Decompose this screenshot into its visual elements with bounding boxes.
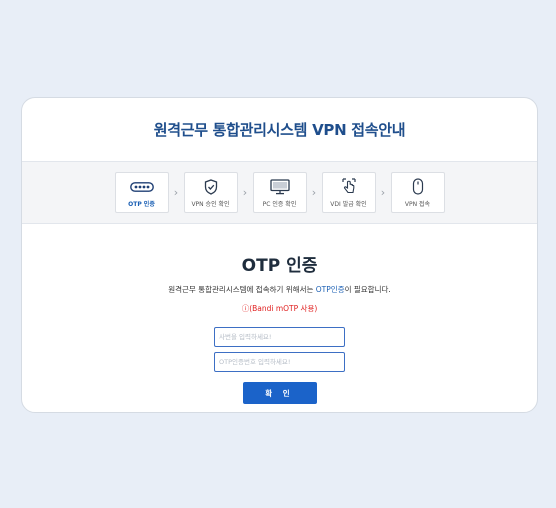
step-label: OTP 인증	[128, 200, 155, 208]
step-vpn-approval: VPN 승인 확인	[183, 172, 238, 213]
confirm-button[interactable]: 확 인	[242, 382, 317, 404]
login-card: 원격근무 통합관리시스템 VPN 접속안내 OTP 인증 › VPN 승인 확인…	[21, 97, 538, 413]
section-title: OTP 인증	[241, 256, 318, 276]
description: 원격근무 통합관리시스템에 접속하기 위해서는 OTP인증이 필요합니다.	[22, 284, 537, 295]
steps-bar: OTP 인증 › VPN 승인 확인 › PC 인증 확인 › VDI 발급 확…	[22, 162, 537, 224]
monitor-icon	[269, 178, 290, 196]
description-text-end: 이 필요합니다.	[344, 285, 391, 294]
mouse-icon	[412, 178, 424, 196]
chevron-right-icon: ›	[242, 186, 248, 199]
description-text: 원격근무 통합관리시스템에 접속하기 위해서는	[168, 285, 316, 294]
step-otp: OTP 인증	[114, 172, 169, 213]
step-label: PC 인증 확인	[262, 200, 297, 208]
step-pc-auth: PC 인증 확인	[252, 172, 307, 213]
otp-section: OTP 인증 원격근무 통합관리시스템에 접속하기 위해서는 OTP인증이 필요…	[22, 251, 537, 404]
chevron-right-icon: ›	[173, 186, 179, 199]
step-vdi-issue: VDI 발급 확인	[321, 172, 376, 213]
card-header: 원격근무 통합관리시스템 VPN 접속안내	[22, 98, 537, 162]
touch-screen-icon	[341, 178, 357, 196]
step-label: VDI 발급 확인	[330, 200, 367, 208]
description-highlight: OTP인증	[315, 285, 345, 294]
page-title: 원격근무 통합관리시스템 VPN 접속안내	[153, 121, 406, 139]
chevron-right-icon: ›	[380, 186, 386, 199]
shield-check-icon	[204, 178, 218, 196]
step-label: VPN 승인 확인	[191, 200, 230, 208]
otp-notice: ⓘ(Bandi mOTP 사용)	[241, 304, 318, 313]
step-label: VPN 접속	[404, 200, 431, 208]
otp-code-input[interactable]	[214, 352, 345, 372]
chevron-right-icon: ›	[311, 186, 317, 199]
step-vpn-connect: VPN 접속	[390, 172, 445, 213]
employee-id-input[interactable]	[214, 327, 345, 347]
otp-key-icon	[129, 178, 154, 196]
